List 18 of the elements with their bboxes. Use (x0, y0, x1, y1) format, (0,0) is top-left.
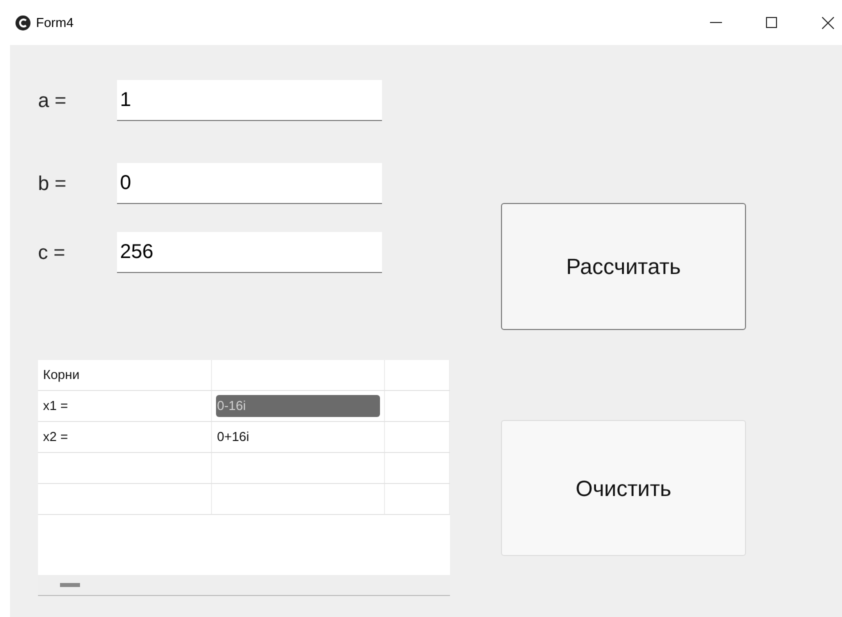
field-label: a = (38, 88, 68, 114)
table-cell[interactable]: x2 = (38, 422, 212, 452)
scrollbar-thumb[interactable] (60, 583, 80, 587)
table-cell[interactable]: 0+16i (212, 422, 385, 452)
action-button[interactable]: Рассчитать (501, 203, 746, 330)
window-title: Form4 (36, 14, 74, 32)
table-cell[interactable]: x1 = (38, 391, 212, 421)
table-cell[interactable]: Корни (38, 360, 212, 390)
input-field[interactable]: 1 (117, 80, 382, 121)
input-field[interactable]: 0 (117, 163, 382, 204)
input-field[interactable]: 256 (117, 232, 382, 273)
minimize-icon[interactable] (710, 22, 722, 24)
field-label: b = (38, 172, 68, 196)
field-label: c = (38, 240, 66, 266)
close-icon[interactable] (822, 16, 834, 28)
action-button[interactable]: Очистить (501, 420, 746, 556)
app-icon (15, 14, 31, 30)
maximize-icon[interactable] (766, 17, 777, 28)
